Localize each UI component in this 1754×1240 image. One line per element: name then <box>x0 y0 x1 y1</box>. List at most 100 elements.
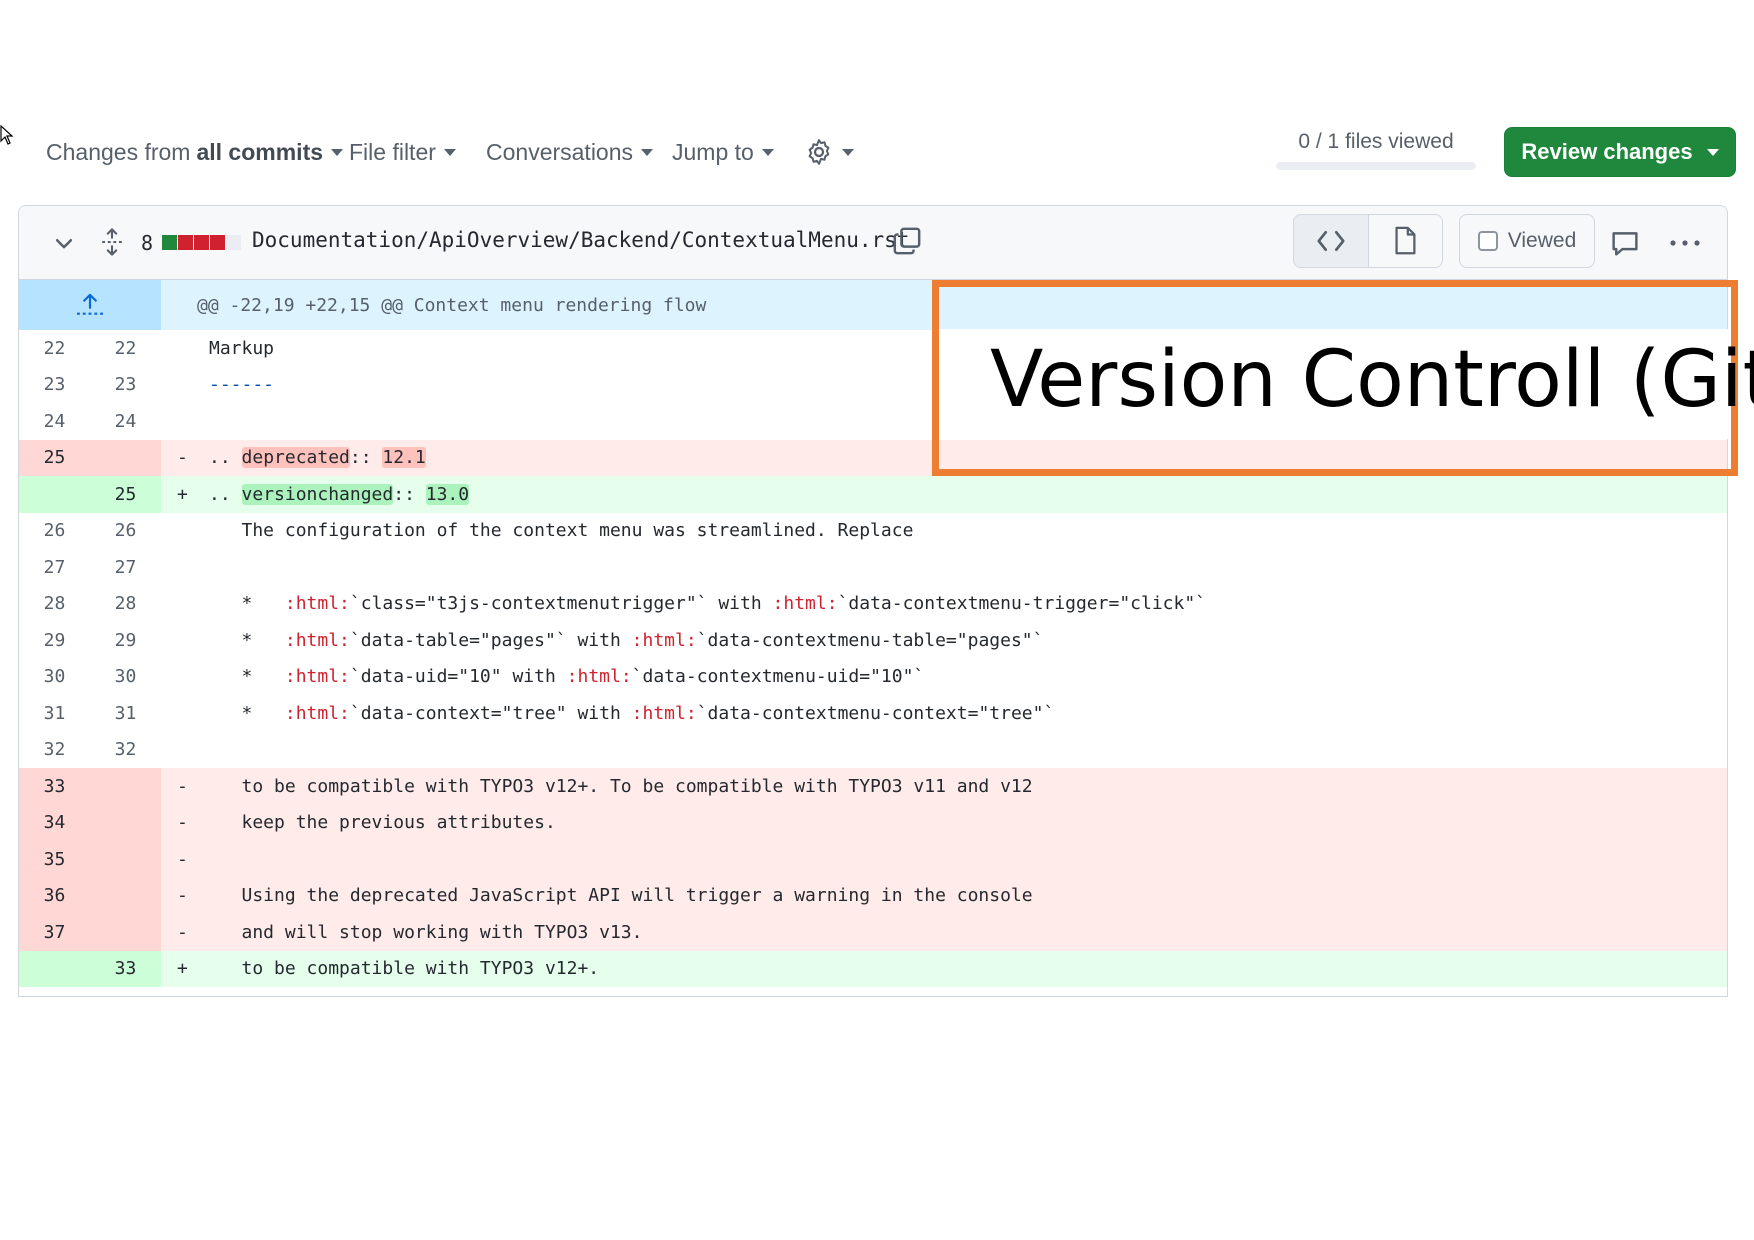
old-line-number[interactable]: 23 <box>19 367 90 404</box>
diffstat-block-deleted <box>194 235 209 250</box>
diff-settings-dropdown[interactable] <box>804 136 854 168</box>
old-line-number[interactable]: 36 <box>19 877 90 914</box>
rst-underline: ------ <box>209 374 275 396</box>
deleted-line: 36 - Using the deprecated JavaScript API … <box>19 877 1727 914</box>
file-path-link[interactable]: Documentation/ApiOverview/Backend/Contex… <box>252 228 909 252</box>
diff-sign: - <box>177 848 188 870</box>
new-line-number[interactable]: 25 <box>90 476 161 513</box>
old-line-number[interactable]: 29 <box>19 622 90 659</box>
deleted-line: 33 - to be compatible with TYPO3 v12+. To… <box>19 768 1727 805</box>
rst-role: :html: <box>566 666 632 688</box>
more-options-icon[interactable] <box>1665 228 1705 258</box>
old-line-number[interactable]: 22 <box>19 330 90 367</box>
file-view-icon <box>1395 226 1416 255</box>
old-line-number[interactable]: 24 <box>19 403 90 440</box>
viewed-toggle[interactable]: Viewed <box>1459 214 1595 268</box>
copy-path-icon[interactable] <box>889 223 925 259</box>
line-code: - Using the deprecated JavaScript API wi… <box>177 885 1033 907</box>
new-line-number[interactable] <box>90 877 161 914</box>
viewed-label: Viewed <box>1507 229 1577 252</box>
new-line-number[interactable]: 24 <box>90 403 161 440</box>
conversations-label: Conversations <box>486 138 634 165</box>
old-line-number[interactable]: 30 <box>19 659 90 696</box>
review-changes-label: Review changes <box>1521 139 1693 164</box>
old-line-number[interactable]: 35 <box>19 841 90 878</box>
old-line-number[interactable]: 32 <box>19 732 90 769</box>
settings-gear-icon <box>808 139 830 165</box>
new-line-number[interactable]: 29 <box>90 622 161 659</box>
new-line-number[interactable] <box>90 914 161 951</box>
old-line-number[interactable]: 26 <box>19 513 90 550</box>
old-line-number[interactable]: 27 <box>19 549 90 586</box>
new-line-number[interactable] <box>90 841 161 878</box>
caret-down-icon <box>641 148 654 156</box>
file-filter-dropdown[interactable]: File filter <box>349 136 456 168</box>
rst-role: :html: <box>631 702 697 724</box>
new-line-number[interactable] <box>90 439 161 476</box>
diff-sign: + <box>177 958 188 980</box>
diff-sign: - <box>177 885 188 907</box>
expand-all-icon[interactable] <box>97 226 127 258</box>
rich-view-button[interactable] <box>1367 215 1442 267</box>
expand-up-button[interactable] <box>19 280 161 330</box>
old-line-number[interactable]: 37 <box>19 914 90 951</box>
diff-sign: - <box>177 921 188 943</box>
changed-word: 12.1 <box>382 447 426 469</box>
expand-up-icon <box>77 293 103 315</box>
new-line-number[interactable]: 28 <box>90 586 161 623</box>
new-line-number[interactable]: 31 <box>90 695 161 732</box>
overlay-title: Version Controll (Git) <box>990 335 1754 425</box>
new-line-number[interactable]: 23 <box>90 367 161 404</box>
jump-to-dropdown[interactable]: Jump to <box>672 136 774 168</box>
old-line-number[interactable]: 34 <box>19 804 90 841</box>
new-line-number[interactable]: 33 <box>90 950 161 987</box>
rst-role: :html: <box>631 629 697 651</box>
line-code: - <box>161 841 1727 878</box>
old-line-number[interactable]: 25 <box>19 439 90 476</box>
caret-down-icon <box>1706 148 1719 156</box>
conversations-dropdown[interactable]: Conversations <box>486 136 654 168</box>
line-code: + to be compatible with TYPO3 v12+. <box>177 958 600 980</box>
files-viewed-indicator: 0 / 1 files viewed <box>1276 130 1476 170</box>
new-line-number[interactable]: 32 <box>90 732 161 769</box>
new-line-number[interactable] <box>90 804 161 841</box>
new-line-number[interactable]: 27 <box>90 549 161 586</box>
old-line-number[interactable] <box>19 950 90 987</box>
new-line-number[interactable]: 26 <box>90 513 161 550</box>
changes-from-dropdown[interactable]: Changes from all commits <box>46 136 344 168</box>
added-line: 33 + to be compatible with TYPO3 v12+. <box>19 950 1727 987</box>
context-line: 32 32 <box>19 732 1727 769</box>
old-line-number[interactable]: 28 <box>19 586 90 623</box>
new-line-number[interactable] <box>90 768 161 805</box>
changed-word: 13.0 <box>425 483 470 505</box>
caret-down-icon <box>761 148 774 156</box>
line-code: The configuration of the context menu wa… <box>209 520 914 542</box>
new-line-number[interactable]: 22 <box>90 330 161 367</box>
context-line: 31 31 * :html: `data-context="tree" with :… <box>19 695 1727 732</box>
new-line-number[interactable]: 30 <box>90 659 161 696</box>
diff-sign: - <box>177 812 188 834</box>
diff-toolbar: Changes from all commits File filter Con… <box>0 120 1754 184</box>
diffstat-block-deleted <box>178 235 193 250</box>
code-view-button[interactable] <box>1294 215 1368 267</box>
collapse-chevron-icon[interactable] <box>49 228 79 258</box>
comment-icon[interactable] <box>1607 226 1643 260</box>
old-line-number[interactable]: 31 <box>19 695 90 732</box>
rst-role: :html: <box>284 593 350 615</box>
line-code: * :html: `data-context="tree" with :html:… <box>209 702 1055 724</box>
file-header: 8 Documentation/ApiOverview/Backend/Cont… <box>19 206 1727 280</box>
changes-from-label: Changes from <box>46 138 191 165</box>
viewed-checkbox[interactable] <box>1477 231 1498 251</box>
rst-role: :html: <box>284 666 350 688</box>
context-line: 26 26 The configuration of the context me… <box>19 513 1727 550</box>
old-line-number[interactable] <box>19 476 90 513</box>
deleted-line: 35 - <box>19 841 1727 878</box>
review-changes-button[interactable]: Review changes <box>1504 127 1736 177</box>
context-line: 29 29 * :html: `data-table="pages"` with :… <box>19 622 1727 659</box>
diffstat-block-deleted <box>210 235 225 250</box>
jump-to-label: Jump to <box>672 138 754 165</box>
context-line: 27 27 <box>19 549 1727 586</box>
old-line-number[interactable]: 33 <box>19 768 90 805</box>
rst-role: :html: <box>284 702 350 724</box>
line-code <box>161 732 1727 769</box>
